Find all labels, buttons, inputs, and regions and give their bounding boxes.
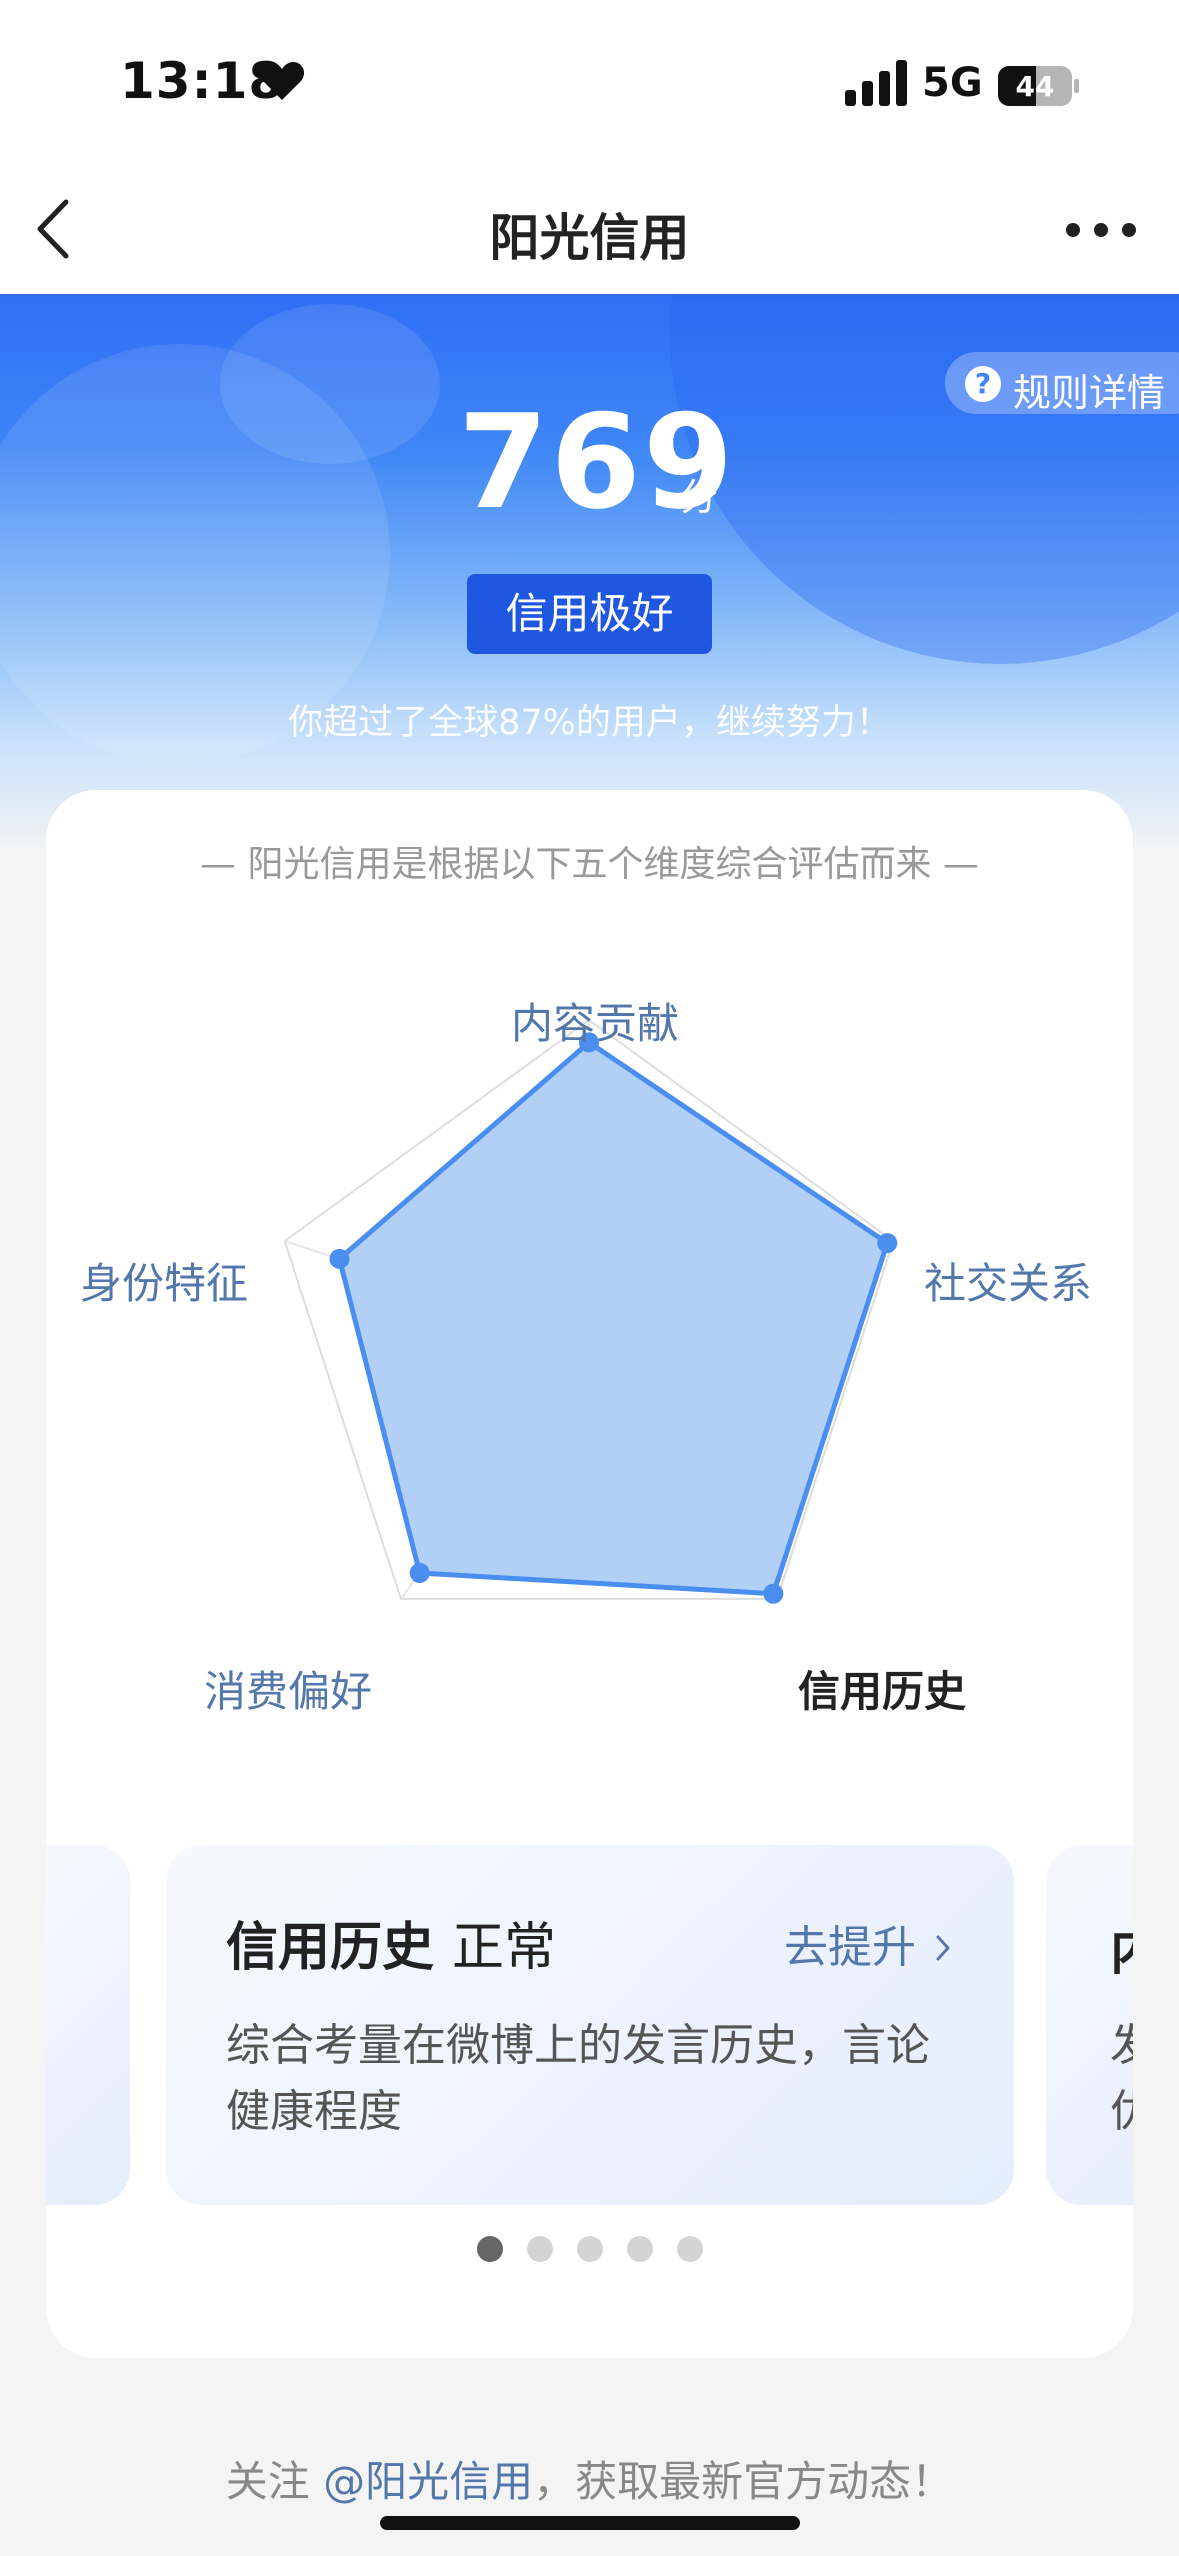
signal-icon <box>845 60 907 106</box>
radar-point <box>763 1583 784 1604</box>
dimension-label-social[interactable]: 社交关系 <box>924 1250 1092 1311</box>
heart-icon <box>259 61 305 100</box>
question-icon: ? <box>965 366 1001 402</box>
card-header: — 阳光信用是根据以下五个维度综合评估而来 — <box>200 844 979 885</box>
dimension-card: — 阳光信用是根据以下五个维度综合评估而来 — 内容贡献 社交关系 信用历史 消… <box>46 790 1133 2358</box>
dimension-label-content[interactable]: 内容贡献 <box>511 990 679 1051</box>
next-slide-title: 内 <box>1110 1909 1133 1984</box>
rules-detail-button[interactable]: ? 规则详情 <box>945 352 1179 415</box>
chevron-right-icon <box>936 1935 950 1961</box>
next-slide-description: 发 优 <box>1110 2013 1133 2145</box>
pagination-dot[interactable] <box>576 2236 603 2262</box>
slide-title: 信用历史 正常 <box>226 1905 556 1980</box>
score-unit: 分 <box>680 475 719 519</box>
pagination-dot[interactable] <box>476 2236 503 2262</box>
carousel-slide-prev[interactable] <box>46 1845 130 2205</box>
rank-text: 你超过了全球87%的用户，继续努力！ <box>288 703 891 743</box>
dimension-label-identity[interactable]: 身份特征 <box>80 1250 248 1311</box>
next-slide-desc-line: 优 <box>1110 2086 1133 2137</box>
nav-bar: 阳光信用 <box>0 170 1179 294</box>
pagination-dot[interactable] <box>526 2236 553 2262</box>
battery-level: 44 <box>1016 70 1055 103</box>
radar-point <box>409 1562 430 1583</box>
footer-prefix: 关注 <box>225 2457 324 2506</box>
carousel-slide-next[interactable]: 内 发 优 <box>1046 1845 1133 2205</box>
rules-detail-label: 规则详情 <box>1013 371 1166 415</box>
dimension-label-history[interactable]: 信用历史 <box>798 1658 966 1719</box>
slide-dimension-name: 信用历史 <box>226 1918 435 1978</box>
more-horizontal-icon[interactable] <box>1064 210 1138 250</box>
footer-suffix: ，获取最新官方动态！ <box>533 2457 954 2506</box>
radar-point <box>329 1248 350 1269</box>
credit-level-badge: 信用极好 <box>467 574 712 654</box>
next-slide-desc-line: 发 <box>1110 2020 1133 2071</box>
status-bar: 13:18 5G 44 <box>0 0 1179 170</box>
carousel-slide-active[interactable]: 信用历史 正常 去提升 综合考量在微博上的发言历史，言论健康程度 <box>166 1845 1014 2205</box>
follow-footer: 关注 @阳光信用，获取最新官方动态！ <box>0 2448 1179 2509</box>
dimension-label-consumption[interactable]: 消费偏好 <box>204 1658 372 1719</box>
improve-link[interactable]: 去提升 <box>784 1911 954 1975</box>
pagination-dot[interactable] <box>676 2236 703 2262</box>
slide-description: 综合考量在微博上的发言历史，言论健康程度 <box>226 2020 930 2137</box>
slide-status: 正常 <box>452 1918 557 1978</box>
carousel-pagination <box>46 2236 1133 2264</box>
home-indicator <box>380 2516 800 2530</box>
network-type: 5G <box>922 60 983 106</box>
radar-point <box>877 1233 898 1254</box>
improve-label: 去提升 <box>784 1922 916 1973</box>
page-title: 阳光信用 <box>489 209 690 267</box>
score-hero: ? 规则详情 769 分 信用极好 你超过了全球87%的用户，继续努力！ <box>0 294 1179 854</box>
official-account-link[interactable]: @阳光信用 <box>323 2457 533 2506</box>
pagination-dot[interactable] <box>626 2236 653 2262</box>
battery-icon: 44 <box>998 66 1079 106</box>
